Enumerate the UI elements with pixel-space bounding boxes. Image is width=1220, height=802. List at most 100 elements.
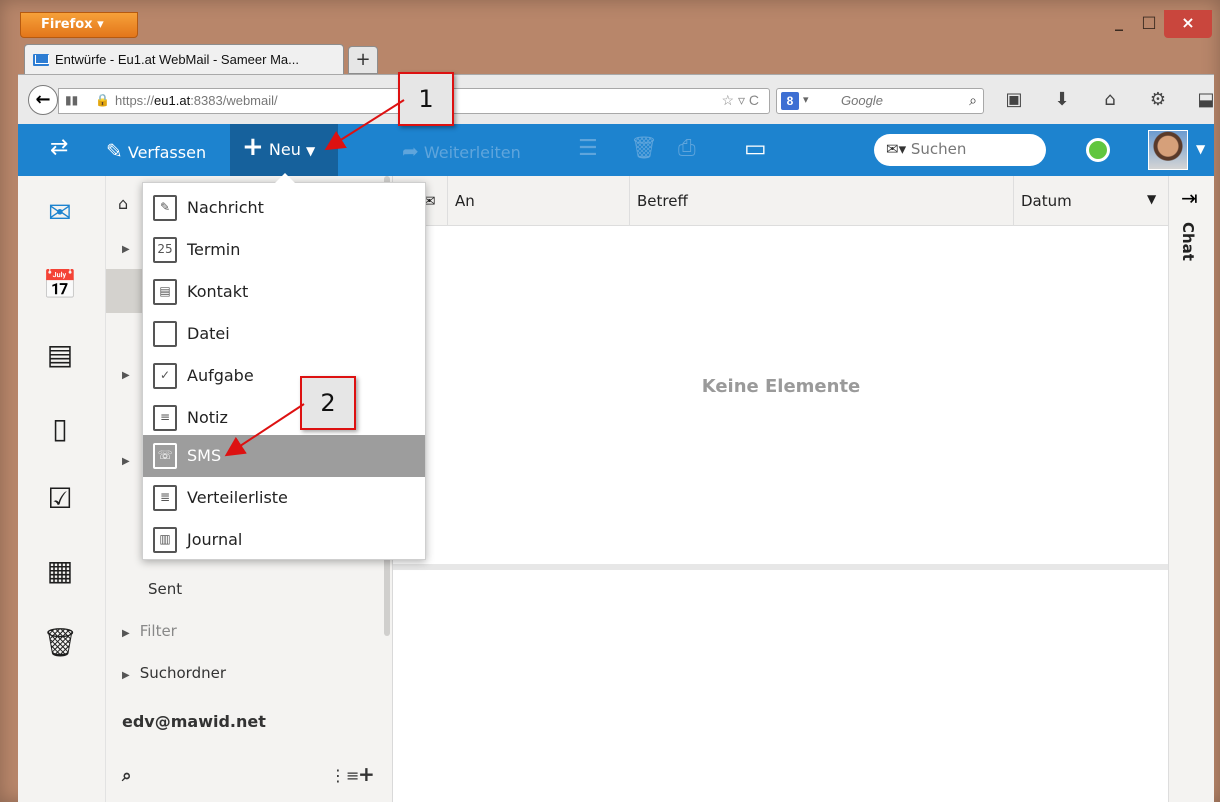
search-engine-input[interactable]: 8 ▾ Google ⌕ [776,88,984,114]
app-switcher-sidebar: ✉ 📅 ▤ ▯ ☑ ▦ 🗑 [18,176,106,802]
maximize-button[interactable]: □ [1134,10,1164,38]
folder-caret-icon[interactable]: ▶ [122,364,140,382]
back-arrow-icon[interactable]: ← [28,85,58,115]
notes-icon[interactable]: ▦ [38,554,82,590]
chevron-down-icon[interactable]: ▾ [803,93,809,106]
suchordner-label: Suchordner [139,664,226,682]
folder-sent[interactable]: Sent [148,580,182,598]
menu-item-aufgabe[interactable]: ✓ Aufgabe [143,355,425,397]
folder-caret-icon[interactable]: ▶ [122,238,140,256]
callout-1: 1 [398,72,454,126]
message-list: ✉ An Betreff Datum ▼ Keine Elemente [392,176,1169,802]
chevron-down-icon: ▼ [305,144,316,158]
close-button[interactable]: × [1164,10,1212,38]
folder-caret-icon: ▶ [122,670,130,681]
menu-item-label: Nachricht [187,198,264,217]
filter-label: Filter [139,622,177,640]
menu-item-termin[interactable]: 25 Termin [143,229,425,271]
search-icon[interactable]: ⌕ [969,92,977,109]
menu-item-sms[interactable]: ☏ SMS [143,435,425,477]
menu-item-kontakt[interactable]: ▤ Kontakt [143,271,425,313]
home-icon[interactable]: ⌂ [1086,89,1134,110]
chevron-down-icon[interactable]: ▼ [1196,142,1205,156]
compose-button[interactable]: ✎ Verfassen [106,139,206,163]
menu-item-verteilerliste[interactable]: ≣ Verteilerliste [143,477,425,519]
dropdown-pointer [275,173,295,183]
presence-status-icon[interactable] [1086,138,1110,162]
google-icon[interactable]: 8 [781,92,799,110]
file-icon[interactable]: ▯ [38,412,82,448]
column-datum[interactable]: Datum [1021,192,1072,210]
column-an[interactable]: An [455,192,475,210]
lock-icon: 🔒 [95,93,110,107]
distribution-list-icon: ≣ [153,485,177,511]
reading-pane-splitter[interactable] [393,564,1169,570]
app-search-input[interactable]: ✉▾ Suchen [874,134,1046,166]
folder-filter[interactable]: ▶ Filter [122,622,177,640]
account-name[interactable]: edv@mawid.net [122,712,266,731]
mail-icon[interactable]: ✉ [38,196,82,232]
navigation-bar: ▮▮ 🔒 https://eu1.at:8383/webmail/ ☆ ▿ C … [18,74,1215,124]
empty-message: Keine Elemente [701,376,861,397]
menu-item-notiz[interactable]: ≡ Notiz [143,397,425,439]
menu-item-nachricht[interactable]: ✎ Nachricht [143,187,425,229]
bookmarks-icon[interactable]: ▣ [990,89,1038,110]
folder-caret-icon[interactable]: ▶ [122,450,140,468]
add-folder-icon[interactable]: + [358,762,375,786]
avatar[interactable] [1148,130,1188,170]
menu-item-journal[interactable]: ▥ Journal [143,519,425,561]
folder-caret-icon: ▶ [122,628,130,639]
menu-item-label: Journal [187,530,243,549]
menu-icon[interactable]: ⬓ [1182,89,1220,110]
folder-suchordner[interactable]: ▶ Suchordner [122,664,226,682]
addon-icon[interactable]: ⚙ [1134,89,1182,110]
callout-2: 2 [300,376,356,430]
menu-item-label: Notiz [187,408,228,427]
new-item-dropdown: ✎ Nachricht 25 Termin ▤ Kontakt Datei ✓ … [142,173,426,561]
minimize-button[interactable]: _ [1104,10,1134,38]
new-tab-button[interactable]: + [348,46,378,74]
column-divider [1013,176,1014,226]
forward-button[interactable]: ➦ Weiterleiten [402,139,521,163]
column-divider [447,176,448,226]
chat-sidebar[interactable]: ⇥ Chat [1168,176,1214,802]
forward-label: Weiterleiten [423,143,521,162]
chat-login-icon[interactable]: ⇥ [1181,186,1198,210]
refresh-icon[interactable]: ⇄ [50,135,68,160]
calendar-icon[interactable]: 📅 [38,268,82,304]
home-icon[interactable]: ⌂ [118,194,128,213]
firefox-label: Firefox [41,17,93,32]
trash-icon[interactable]: 🗑 [630,136,658,161]
search-placeholder: Suchen [910,140,967,158]
contacts-icon[interactable]: ▤ [38,338,82,374]
menu-item-label: Kontakt [187,282,249,301]
column-betreff[interactable]: Betreff [637,192,688,210]
chat-label[interactable]: Chat [1179,222,1197,261]
layout-icon[interactable]: ▭ [744,134,767,162]
mail-filter-icon[interactable]: ✉▾ [886,140,906,158]
browser-tab[interactable]: Entwürfe - Eu1.at WebMail - Sameer Ma... [24,44,344,74]
bookmark-star-icon[interactable]: ☆ ▿ C [722,92,759,109]
compose-icon: ✎ [106,139,123,163]
new-button[interactable]: + Neu ▼ [242,134,316,160]
list-menu-icon[interactable]: ☰ [578,136,598,161]
menu-item-label: Aufgabe [187,366,254,385]
compose-icon: ✎ [153,195,177,221]
mail-favicon-icon [33,54,49,66]
download-icon[interactable]: ⬇ [1038,89,1086,110]
identity-icon[interactable]: ▮▮ [65,93,78,107]
folder-tree-icon[interactable]: ⋮≡ [330,766,359,785]
menu-item-datei[interactable]: Datei [143,313,425,355]
column-divider [629,176,630,226]
search-icon[interactable]: ⌕ [122,766,132,786]
file-icon [153,321,177,347]
menu-item-label: SMS [187,446,222,465]
contact-card-icon: ▤ [153,279,177,305]
note-icon: ≡ [153,405,177,431]
chevron-down-icon[interactable]: ▼ [1147,192,1156,206]
task-icon[interactable]: ☑ [38,482,82,518]
print-icon[interactable]: ⎙ [678,136,696,161]
firefox-menu-button[interactable]: Firefox ▾ [20,12,138,38]
menu-item-label: Datei [187,324,230,343]
trash-icon[interactable]: 🗑 [38,626,82,662]
